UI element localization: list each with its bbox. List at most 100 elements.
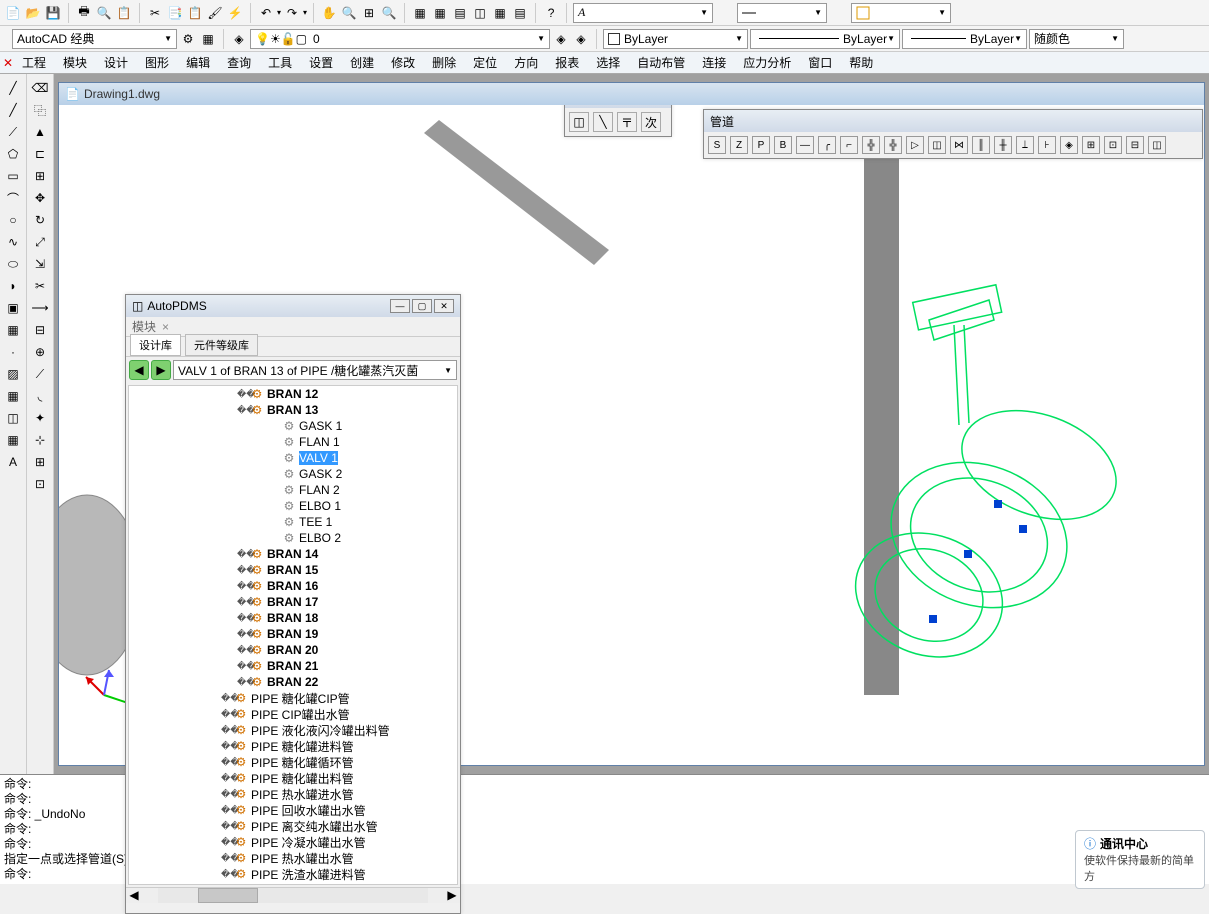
workspace-dropdown[interactable]: AutoCAD 经典 ▼	[12, 29, 177, 49]
comm-center-popup[interactable]: ⓘ 通讯中心 使软件保持最新的简单方	[1075, 830, 1205, 889]
tree-expand-icon[interactable]: ��	[237, 597, 249, 608]
cline-tool-icon[interactable]: ╱	[3, 100, 23, 120]
tree-row[interactable]: ��⚙BRAN 22	[129, 674, 457, 690]
menu-修改[interactable]: 修改	[383, 52, 423, 73]
ellipse-arc-icon[interactable]: ◗	[3, 276, 23, 296]
tree-expand-icon[interactable]: ��	[221, 725, 233, 736]
tree-row[interactable]: ��⚙PIPE 冷凝水罐出水管	[129, 834, 457, 850]
pipe-tool-14[interactable]: ⊡	[1104, 136, 1122, 154]
tree-row[interactable]: ⚙FLAN 1	[129, 434, 457, 450]
text-tool-icon[interactable]: A	[3, 452, 23, 472]
layer-state-icon[interactable]: ◈	[552, 30, 570, 48]
pan-icon[interactable]: ✋	[320, 4, 338, 22]
pipe-tool-9[interactable]: ╫	[994, 136, 1012, 154]
tree-expand-icon[interactable]: ��	[221, 757, 233, 768]
move-icon[interactable]: ✥	[30, 188, 50, 208]
menu-查询[interactable]: 查询	[219, 52, 259, 73]
menu-删除[interactable]: 删除	[424, 52, 464, 73]
tree-hscroll[interactable]: ◀ ▶	[126, 887, 460, 903]
insert-block-icon[interactable]: ▣	[3, 298, 23, 318]
props-icon[interactable]: ▦	[411, 4, 429, 22]
tree-row[interactable]: ⚙FLAN 2	[129, 482, 457, 498]
panel-btn-3[interactable]: 〒	[617, 112, 637, 132]
pipe-tool-12[interactable]: ◈	[1060, 136, 1078, 154]
circle-tool-icon[interactable]: ○	[3, 210, 23, 230]
snap1-icon[interactable]: ⊹	[30, 430, 50, 450]
polygon-tool-icon[interactable]: ⬠	[3, 144, 23, 164]
arc-tool-icon[interactable]: ⌒	[3, 188, 23, 208]
region-icon[interactable]: ◫	[3, 408, 23, 428]
autopdms-titlebar[interactable]: ◫ AutoPDMS — ▢ ✕	[126, 295, 460, 317]
nav-back-button[interactable]: ◀	[129, 360, 149, 380]
tree-expand-icon[interactable]: ��	[237, 549, 249, 560]
menu-编辑[interactable]: 编辑	[178, 52, 218, 73]
panel-btn-4[interactable]: 次	[641, 112, 661, 132]
scale-icon[interactable]: ⤢	[30, 232, 50, 252]
point-tool-icon[interactable]: ·	[3, 342, 23, 362]
new-file-icon[interactable]: 📄	[4, 4, 22, 22]
tree-row[interactable]: ��⚙PIPE 液化液闪冷罐出料管	[129, 722, 457, 738]
pipe-tool-15[interactable]: ⊟	[1126, 136, 1144, 154]
rect-tool-icon[interactable]: ▭	[3, 166, 23, 186]
tree-expand-icon[interactable]: ��	[221, 853, 233, 864]
linetype2-dropdown[interactable]: ByLayer ▼	[750, 29, 900, 49]
menu-选择[interactable]: 选择	[588, 52, 628, 73]
snap3-icon[interactable]: ⊡	[30, 474, 50, 494]
zoom-icon[interactable]: 🔍	[340, 4, 358, 22]
linetype-dropdown[interactable]: ▼	[737, 3, 827, 23]
module-tab[interactable]: 模块	[132, 318, 156, 335]
tree-row[interactable]: ⚙ELBO 1	[129, 498, 457, 514]
undo-icon[interactable]: ↶	[257, 4, 275, 22]
pipe-tool-5[interactable]: ▷	[906, 136, 924, 154]
tree-row[interactable]: ��⚙BRAN 19	[129, 626, 457, 642]
tree-row[interactable]: ��⚙BRAN 16	[129, 578, 457, 594]
tree-expand-icon[interactable]: ��	[237, 389, 249, 400]
cut-icon[interactable]: ✂	[146, 4, 164, 22]
match-icon[interactable]: 🖌	[206, 4, 224, 22]
polyline-tool-icon[interactable]: ⟋	[3, 122, 23, 142]
tree-row[interactable]: ��⚙PIPE 糖化罐出料管	[129, 770, 457, 786]
hatch-tool-icon[interactable]: ▨	[3, 364, 23, 384]
tree-row[interactable]: ⚙GASK 2	[129, 466, 457, 482]
menu-设计[interactable]: 设计	[96, 52, 136, 73]
tree-expand-icon[interactable]: ��	[221, 693, 233, 704]
pipe-tool-3[interactable]: ╬	[862, 136, 880, 154]
layer-prev-icon[interactable]: ◈	[572, 30, 590, 48]
tree-expand-icon[interactable]: ��	[237, 581, 249, 592]
panel-btn-1[interactable]: ◫	[569, 112, 589, 132]
tree-row[interactable]: ��⚙BRAN 20	[129, 642, 457, 658]
pipe-tool-16[interactable]: ◫	[1148, 136, 1166, 154]
tree-row[interactable]: ⚙ELBO 2	[129, 530, 457, 546]
tree-expand-icon[interactable]: ��	[237, 613, 249, 624]
pipe-tool-1[interactable]: ╭	[818, 136, 836, 154]
design-lib-tab[interactable]: 设计库	[130, 334, 181, 356]
preview-icon[interactable]: 🔍	[95, 4, 113, 22]
mirror-icon[interactable]: ▲	[30, 122, 50, 142]
menu-应力分析[interactable]: 应力分析	[735, 52, 799, 73]
tree-row[interactable]: ��⚙PIPE 离交纯水罐出水管	[129, 818, 457, 834]
tree-row[interactable]: ⚙VALV 1	[129, 450, 457, 466]
menu-工程[interactable]: 工程	[14, 52, 54, 73]
pipe-tool-8[interactable]: ║	[972, 136, 990, 154]
pipe-panel-title[interactable]: 管道	[704, 110, 1202, 132]
tree-row[interactable]: ��⚙BRAN 21	[129, 658, 457, 674]
plot-style-dropdown[interactable]: 随颜色 ▼	[1029, 29, 1124, 49]
font-style-dropdown[interactable]: A ▼	[573, 3, 713, 23]
calc-icon[interactable]: ▤	[511, 4, 529, 22]
erase-icon[interactable]: ⌫	[30, 78, 50, 98]
tree-row[interactable]: ��⚙PIPE 糖化罐进料管	[129, 738, 457, 754]
stretch-icon[interactable]: ⇲	[30, 254, 50, 274]
tree-expand-icon[interactable]: ��	[221, 805, 233, 816]
design-center-icon[interactable]: ▦	[431, 4, 449, 22]
lineweight-dropdown[interactable]: ByLayer ▼	[902, 29, 1027, 49]
menu-报表[interactable]: 报表	[547, 52, 587, 73]
fillet-icon[interactable]: ◟	[30, 386, 50, 406]
tree-row[interactable]: ��⚙PIPE 洗渣水罐进料管	[129, 866, 457, 882]
tree-expand-icon[interactable]: ��	[237, 629, 249, 640]
help-icon[interactable]: ?	[542, 4, 560, 22]
tree-row[interactable]: ⚙TEE 1	[129, 514, 457, 530]
layer-props-icon[interactable]: ◈	[230, 30, 248, 48]
extend-icon[interactable]: ⟶	[30, 298, 50, 318]
path-dropdown[interactable]: VALV 1 of BRAN 13 of PIPE /糖化罐蒸汽灭菌 ▼	[173, 360, 457, 380]
menu-模块[interactable]: 模块	[55, 52, 95, 73]
